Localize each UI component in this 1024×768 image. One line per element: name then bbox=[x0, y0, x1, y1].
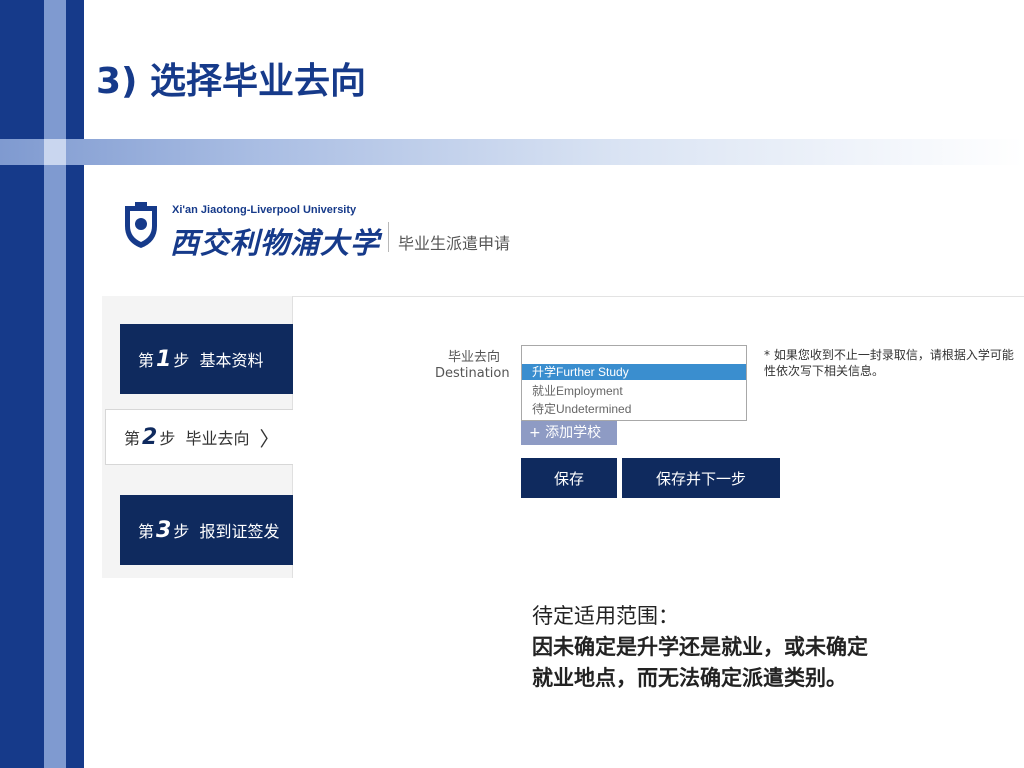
left-decor-bar-mid bbox=[66, 0, 84, 768]
destination-note: * 如果您收到不止一封录取信，请根据入学可能性依次写下相关信息。 bbox=[764, 348, 1014, 378]
step-number: 1 bbox=[156, 346, 172, 372]
destination-label-cn: 毕业去向 bbox=[448, 350, 501, 365]
option-further-study[interactable]: 升学Further Study bbox=[522, 364, 746, 380]
step-suffix: 步 bbox=[173, 351, 190, 370]
university-crest-icon bbox=[125, 202, 157, 248]
option-employment[interactable]: 就业Employment bbox=[522, 383, 746, 399]
step-1-basic-info[interactable]: 第1步 基本资料 bbox=[120, 324, 293, 394]
explanation-heading: 待定适用范围： bbox=[532, 604, 679, 628]
dropdown-current-value[interactable] bbox=[522, 346, 746, 364]
step-label: 报到证签发 bbox=[199, 522, 280, 541]
step-prefix: 第 bbox=[138, 522, 155, 541]
save-and-next-button[interactable]: 保存并下一步 bbox=[622, 458, 780, 498]
left-decor-bar-light bbox=[44, 0, 66, 768]
logo-subtitle: 毕业生派遣申请 bbox=[398, 234, 511, 253]
add-school-button[interactable]: + 添加学校 bbox=[521, 421, 617, 445]
step-number: 2 bbox=[142, 424, 158, 450]
step-prefix: 第 bbox=[138, 351, 155, 370]
destination-label-en: Destination bbox=[435, 366, 510, 381]
step-3-report-certificate[interactable]: 第3步 报到证签发 bbox=[120, 495, 293, 565]
slide-title: 3) 选择毕业去向 bbox=[96, 61, 367, 102]
destination-dropdown[interactable]: 升学Further Study 就业Employment 待定Undetermi… bbox=[521, 345, 747, 421]
step-number: 3 bbox=[156, 517, 172, 543]
step-suffix: 步 bbox=[173, 522, 190, 541]
explanation-line-1: 因未确定是升学还是就业，或未确定 bbox=[532, 635, 868, 659]
step-label: 毕业去向 bbox=[185, 429, 250, 448]
step-2-destination[interactable]: 第2步 毕业去向〉 bbox=[105, 409, 293, 465]
save-button[interactable]: 保存 bbox=[521, 458, 617, 498]
step-prefix: 第 bbox=[124, 429, 141, 448]
explanation-block: 待定适用范围： 因未确定是升学还是就业，或未确定 就业地点，而无法确定派遣类别。 bbox=[532, 601, 868, 694]
logo-english-name: Xi'an Jiaotong-Liverpool University bbox=[172, 204, 357, 216]
step-label: 基本资料 bbox=[199, 351, 264, 370]
logo-divider bbox=[388, 222, 389, 252]
header-decor-band bbox=[0, 139, 1024, 165]
logo-chinese-name: 西交利物浦大学 bbox=[170, 226, 381, 260]
chevron-right-icon: 〉 bbox=[259, 426, 280, 451]
explanation-line-2: 就业地点，而无法确定派遣类别。 bbox=[532, 666, 847, 690]
left-decor-bar-dark bbox=[0, 0, 44, 768]
option-undetermined[interactable]: 待定Undetermined bbox=[522, 401, 746, 417]
step-suffix: 步 bbox=[159, 429, 176, 448]
header-decor-band-accent bbox=[44, 139, 66, 165]
